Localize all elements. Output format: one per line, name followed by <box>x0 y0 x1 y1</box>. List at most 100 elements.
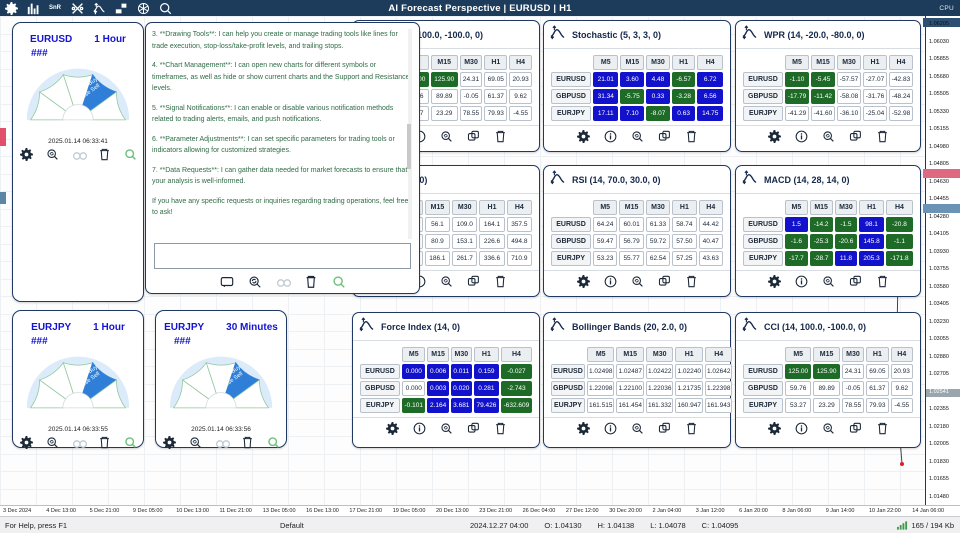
indicator-cell[interactable]: 79.93 <box>484 106 508 121</box>
trash-icon[interactable] <box>304 275 317 288</box>
row-symbol[interactable]: EURUSD <box>743 72 783 87</box>
indicator-cell[interactable]: -4.55 <box>890 398 913 413</box>
indicator-cell[interactable]: 24.31 <box>459 72 483 87</box>
indicator-cell[interactable]: 1.02498 <box>586 364 615 379</box>
indicator-cell[interactable]: -17.79 <box>785 89 809 104</box>
gear-icon[interactable] <box>19 436 33 449</box>
column-header-h4[interactable]: H4 <box>698 200 723 215</box>
gauge-card-gauge-eurjpy-h1[interactable]: EURJPY 1 Hour ### Prep to Buy Close Sell 2025… <box>12 310 144 449</box>
trash-icon[interactable] <box>685 422 698 435</box>
indicator-cell[interactable]: 357.5 <box>506 217 532 232</box>
indicator-cell[interactable]: 0.000 <box>402 381 426 396</box>
indicator-cell[interactable]: -28.7 <box>809 251 833 266</box>
indicator-cell[interactable]: 161.515 <box>586 398 615 413</box>
magnifier-green-icon[interactable] <box>124 436 137 449</box>
indicator-cell[interactable]: 59.47 <box>593 234 618 249</box>
trash-icon[interactable] <box>98 436 111 449</box>
indicator-cell[interactable]: 1.22098 <box>586 381 615 396</box>
indicator-cell[interactable]: 161.332 <box>645 398 674 413</box>
column-header-m15[interactable]: M15 <box>811 55 835 70</box>
indicator-panel-force-index[interactable]: Force Index (14, 0) M5 M15 M30 H1 H4 EURUSD 0.0… <box>352 312 540 448</box>
indicator-cell[interactable]: 79.426 <box>473 398 499 413</box>
gauge-footer-toolbar[interactable] <box>13 145 143 165</box>
indicator-footer-toolbar[interactable] <box>353 417 539 438</box>
indicator-cell[interactable]: 125.90 <box>430 72 458 87</box>
indicator-cell[interactable]: 64.24 <box>593 217 618 232</box>
indicator-cell[interactable]: 17.11 <box>593 106 619 121</box>
indicator-cell[interactable]: 125.90 <box>813 364 840 379</box>
column-header-h4[interactable]: H4 <box>885 200 913 215</box>
column-header-h1[interactable]: H1 <box>484 55 508 70</box>
refresh-magnifier-icon[interactable] <box>822 422 835 435</box>
indicator-cell[interactable]: 1.21735 <box>675 381 703 396</box>
column-header-m5[interactable]: M5 <box>593 55 619 70</box>
indicator-cell[interactable]: -52.98 <box>889 106 913 121</box>
indicator-cell[interactable]: 4.48 <box>646 72 670 87</box>
indicator-footer-toolbar[interactable] <box>544 270 730 291</box>
toolbar[interactable]: SnR <box>0 1 172 15</box>
indicator-cell[interactable]: 3.681 <box>450 398 472 413</box>
column-header-h1[interactable]: H1 <box>473 347 499 362</box>
gauge-card-gauge-eurusd-h1[interactable]: EURUSD 1 Hour ### Prep to Buy Close Sell 2025… <box>12 22 144 302</box>
refresh-magnifier-icon[interactable] <box>46 436 59 449</box>
row-symbol[interactable]: EURJPY <box>360 398 400 413</box>
row-symbol[interactable]: GBPUSD <box>743 381 783 396</box>
column-header-h4[interactable]: H4 <box>704 347 733 362</box>
column-header-h4[interactable]: H4 <box>509 55 532 70</box>
indicator-cell[interactable]: 9.62 <box>509 89 532 104</box>
indicator-footer-toolbar[interactable] <box>736 125 920 146</box>
trash-icon[interactable] <box>494 130 507 143</box>
row-symbol[interactable]: GBPUSD <box>551 234 591 249</box>
indicator-cell[interactable]: 1.02487 <box>616 364 644 379</box>
gear-icon[interactable] <box>5 1 18 15</box>
indicator-cell[interactable]: 79.93 <box>866 398 889 413</box>
indicator-cell[interactable]: 0.159 <box>473 364 499 379</box>
indicator-cell[interactable]: 205.3 <box>859 251 884 266</box>
column-header-m30[interactable]: M30 <box>834 200 858 215</box>
scissors-icon[interactable] <box>71 2 84 15</box>
indicator-panel-wpr[interactable]: WPR (14, -20.0, -80.0, 0) M5 M15 M30 H1 H4 EUR… <box>735 20 921 152</box>
indicator-cell[interactable]: -0.05 <box>459 89 483 104</box>
indicator-cell[interactable]: -17.7 <box>785 251 808 266</box>
row-symbol[interactable]: EURJPY <box>551 106 591 121</box>
indicator-cell[interactable]: 160.947 <box>675 398 703 413</box>
refresh-magnifier-icon[interactable] <box>248 275 261 288</box>
indicator-cell[interactable]: 161.943 <box>704 398 733 413</box>
indicator-cell[interactable]: 89.89 <box>430 89 458 104</box>
refresh-magnifier-icon[interactable] <box>822 275 835 288</box>
column-header-h4[interactable]: H4 <box>697 55 723 70</box>
assistant-scrollbar-track[interactable] <box>407 29 412 239</box>
copy-icon[interactable] <box>849 422 862 435</box>
indicator-cell[interactable]: -1.1 <box>885 234 913 249</box>
info-icon[interactable] <box>413 422 426 435</box>
row-symbol[interactable]: EURJPY <box>743 398 783 413</box>
indicator-cell[interactable]: -0.101 <box>402 398 426 413</box>
column-header-m15[interactable]: M15 <box>430 55 458 70</box>
column-header-m5[interactable]: M5 <box>593 200 618 215</box>
indicator-cell[interactable]: 9.62 <box>890 381 913 396</box>
indicator-cell[interactable]: 20.93 <box>890 364 913 379</box>
link-icon[interactable] <box>276 275 292 288</box>
column-header-m5[interactable]: M5 <box>402 347 426 362</box>
indicator-cell[interactable]: -5.45 <box>811 72 835 87</box>
indicator-cell[interactable]: -14.2 <box>809 217 833 232</box>
copy-icon[interactable] <box>658 130 671 143</box>
indicator-cell[interactable]: 59.76 <box>785 381 812 396</box>
indicator-cell[interactable]: 55.77 <box>619 251 644 266</box>
indicator-cell[interactable]: 6.72 <box>697 72 723 87</box>
indicator-cell[interactable]: 78.55 <box>841 398 865 413</box>
indicator-cell[interactable]: -41.60 <box>811 106 835 121</box>
indicator-panel-stochastic[interactable]: Stochastic (5, 3, 3, 0) M5 M15 M30 H1 H4 EURUS… <box>543 20 731 152</box>
info-icon[interactable] <box>604 130 617 143</box>
row-symbol[interactable]: EURUSD <box>743 217 783 232</box>
row-symbol[interactable]: EURUSD <box>743 364 783 379</box>
indicator-cell[interactable]: 109.0 <box>452 217 478 232</box>
trash-icon[interactable] <box>685 275 698 288</box>
copy-icon[interactable] <box>658 422 671 435</box>
indicator-cell[interactable]: 53.23 <box>593 251 618 266</box>
chat-icon[interactable] <box>220 275 234 288</box>
column-header-m15[interactable]: M15 <box>619 200 644 215</box>
column-header-m30[interactable]: M30 <box>645 347 674 362</box>
column-header-m5[interactable]: M5 <box>785 347 812 362</box>
indicator-cell[interactable]: 161.454 <box>616 398 644 413</box>
